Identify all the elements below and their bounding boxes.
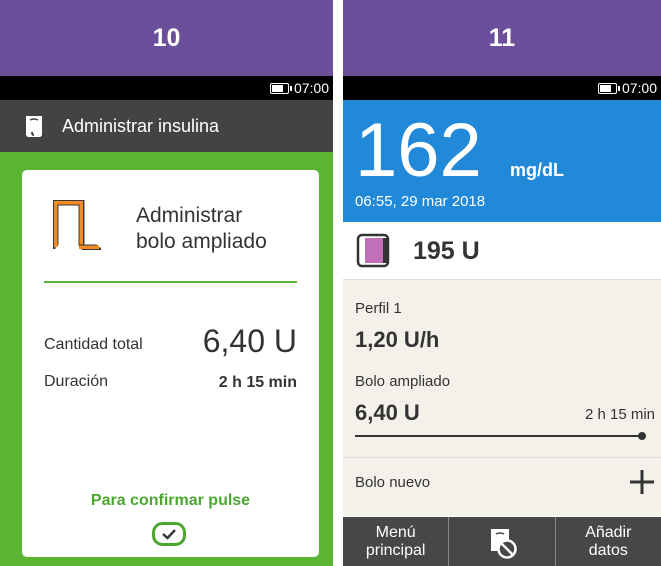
new-bolus-label: Bolo nuevo	[355, 474, 431, 491]
glucose-unit: mg/dL	[510, 160, 564, 180]
basal-profile-label: Perfil 1	[355, 300, 402, 317]
screen-step-11: 11 07:00 162 mg/dL 06:55, 29 mar 2018 19…	[343, 0, 661, 566]
glucose-datetime: 06:55, 29 mar 2018	[355, 193, 486, 210]
step-number-header: 11	[343, 0, 661, 76]
confirm-prompt: Para confirmar pulse	[90, 492, 251, 509]
reservoir-status: 195 U	[343, 222, 661, 280]
insulin-pump-icon	[26, 116, 42, 137]
card-title: Administrar bolo ampliado	[136, 203, 306, 255]
extended-bolus-duration: 2 h 15 min	[584, 406, 655, 423]
add-data-line1: Añadir	[585, 523, 632, 541]
status-bar: 07:00	[343, 76, 661, 100]
extended-bolus-label: Bolo ampliado	[355, 373, 451, 390]
progress-marker	[638, 432, 646, 440]
title-bar: Administrar insulina	[0, 100, 333, 152]
stop-pump-softkey[interactable]	[449, 517, 556, 566]
reservoir-icon	[356, 233, 390, 268]
battery-icon	[597, 82, 620, 94]
total-amount-value: 6,40 U	[202, 323, 297, 359]
duration-value: 2 h 15 min	[218, 374, 297, 391]
step-number: 11	[488, 23, 516, 52]
glucose-panel: 162 mg/dL 06:55, 29 mar 2018	[343, 100, 661, 222]
page-title: Administrar insulina	[62, 115, 220, 136]
divider	[44, 281, 297, 283]
clock: 07:00	[293, 80, 329, 96]
status-bar: 07:00	[0, 76, 333, 100]
softkey-bar: Menú principal Añadir datos	[343, 517, 661, 566]
extended-bolus-amount: 6,40 U	[355, 400, 420, 425]
confirm-check-icon[interactable]	[152, 522, 186, 546]
delivery-info: Perfil 1 1,20 U/h Bolo ampliado 6,40 U 2…	[343, 280, 661, 516]
total-amount-label: Cantidad total	[44, 336, 143, 353]
glucose-value: 162	[355, 108, 482, 193]
screen-step-10: 10 07:00 Administrar insulina Administra…	[0, 0, 333, 566]
reservoir-value: 195 U	[413, 237, 480, 265]
plus-icon[interactable]	[629, 469, 655, 495]
add-data-softkey[interactable]: Añadir datos	[556, 517, 661, 566]
main-menu-line2: principal	[365, 541, 426, 559]
step-number-header: 10	[0, 0, 333, 76]
main-menu-line1: Menú	[375, 523, 416, 541]
extended-bolus-progress	[355, 432, 646, 440]
extended-bolus-icon	[53, 200, 101, 250]
basal-rate-value: 1,20 U/h	[355, 327, 440, 352]
clock: 07:00	[621, 80, 657, 96]
card-title-line2: bolo ampliado	[136, 230, 267, 253]
add-data-line2: datos	[588, 541, 628, 559]
card-title-line1: Administrar	[136, 204, 243, 227]
new-bolus-row[interactable]: Bolo nuevo	[343, 457, 661, 507]
pump-stop-icon	[490, 528, 517, 559]
duration-label: Duración	[44, 373, 109, 390]
bolus-summary-card: Administrar bolo ampliado Cantidad total…	[22, 170, 319, 557]
step-number: 10	[152, 23, 181, 52]
main-menu-softkey[interactable]: Menú principal	[343, 517, 450, 566]
battery-icon	[269, 82, 292, 94]
